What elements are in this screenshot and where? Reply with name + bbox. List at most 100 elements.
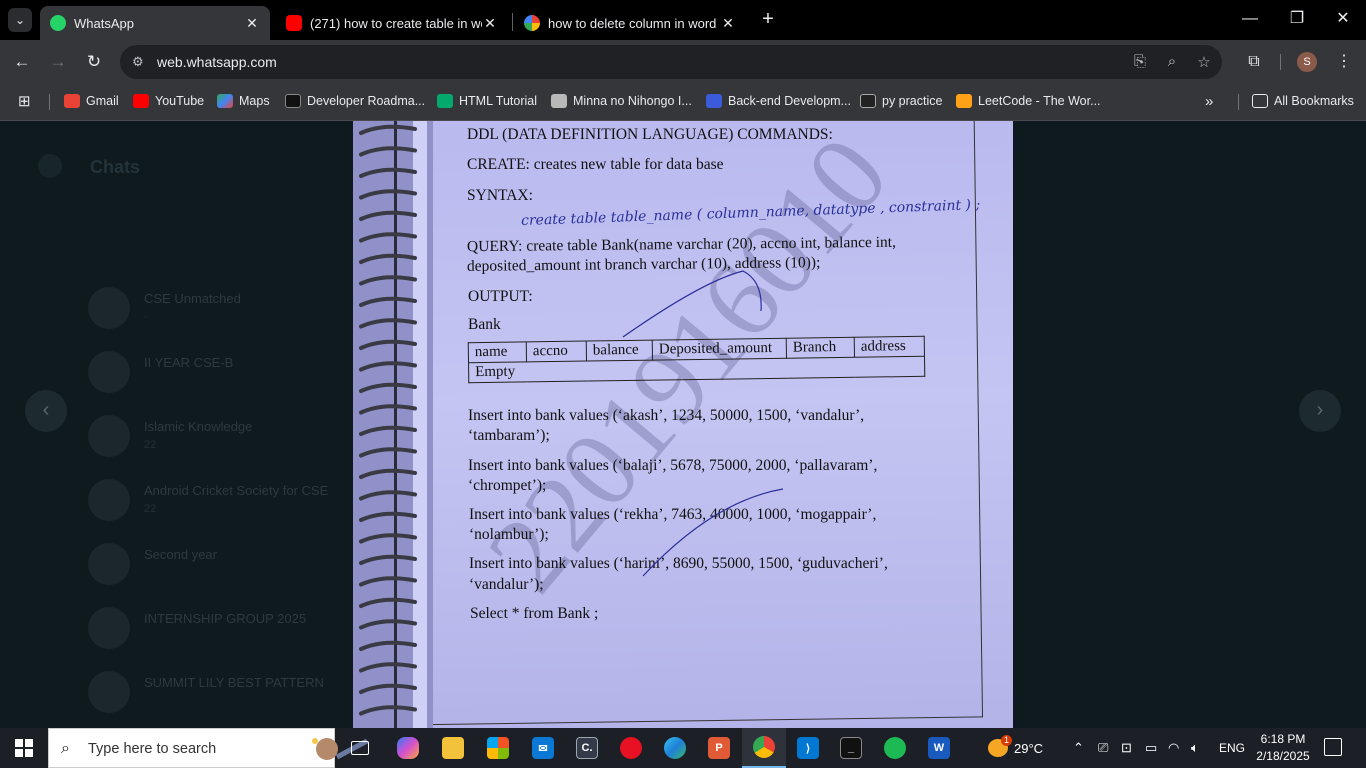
language-indicator[interactable]: ENG: [1219, 728, 1245, 768]
reload-button[interactable]: ↻: [82, 50, 106, 74]
zoom-icon[interactable]: ⌕: [1162, 53, 1182, 71]
restore-button[interactable]: ❐: [1285, 8, 1309, 32]
tab-google[interactable]: how to delete column in word - ✕: [514, 6, 746, 40]
terminal-button[interactable]: _: [829, 728, 873, 768]
site-info-icon[interactable]: ⚙: [132, 54, 150, 70]
toolbar-divider: [1280, 54, 1281, 70]
avatar: [88, 671, 130, 713]
bookmark-developer-roadmap[interactable]: Developer Roadma...: [285, 92, 425, 110]
bookmark-label: Minna no Nihongo I...: [573, 94, 692, 108]
edge-button[interactable]: [653, 728, 697, 768]
bookmark-maps[interactable]: Maps: [217, 92, 270, 110]
chat-item[interactable]: II YEAR CSE-B: [88, 351, 353, 399]
bookmark-youtube[interactable]: YouTube: [133, 92, 204, 110]
bookmarks-overflow-button[interactable]: »: [1205, 92, 1213, 110]
address-bar[interactable]: ⚙ web.whatsapp.com ⎘ ⌕ ☆: [120, 45, 1222, 79]
chat-name: SUMMIT LILY BEST PATTERN: [144, 675, 324, 690]
store-icon: [487, 737, 509, 759]
install-app-icon[interactable]: ⎘: [1130, 53, 1150, 71]
close-window-button[interactable]: ✕: [1331, 8, 1355, 32]
new-tab-button[interactable]: +: [757, 8, 779, 32]
weather-badge: 1: [1001, 735, 1012, 746]
bookmark-back-end-development[interactable]: Back-end Developm...: [706, 92, 851, 110]
clock[interactable]: 6:18 PM 2/18/2025: [1252, 731, 1314, 765]
calculator-button[interactable]: C.: [565, 728, 609, 768]
tab-youtube[interactable]: (271) how to create table in wo ✕: [276, 6, 508, 40]
table-header-cell: name: [468, 341, 527, 363]
arrow-right-icon: →: [49, 52, 67, 71]
spotify-button[interactable]: [873, 728, 917, 768]
menu-button[interactable]: ⋮: [1332, 50, 1356, 74]
vscode-button[interactable]: ⟩: [786, 728, 830, 768]
taskbar-search-box[interactable]: ⌕ Type here to search: [48, 728, 369, 768]
network-button[interactable]: ◠: [1168, 728, 1179, 768]
edge-icon: [664, 737, 686, 759]
tab-whatsapp[interactable]: WhatsApp ✕: [40, 6, 270, 40]
url-text[interactable]: web.whatsapp.com: [157, 54, 277, 70]
bookmark-star-icon[interactable]: ☆: [1194, 53, 1214, 71]
bookmark-leetcode[interactable]: LeetCode - The Wor...: [956, 92, 1101, 110]
copilot-button[interactable]: [386, 728, 430, 768]
speaker-icon: 🔈︎: [1191, 740, 1199, 755]
chat-item[interactable]: CSE Unmatched ᐧ: [88, 287, 353, 335]
media-app-button[interactable]: [609, 728, 653, 768]
chats-header: Chats: [90, 157, 141, 177]
meet-now-button[interactable]: ⎚: [1098, 728, 1108, 768]
weather-widget[interactable]: 1 29°C: [988, 728, 1043, 768]
task-view-button[interactable]: [338, 728, 382, 768]
next-media-button[interactable]: ›: [1299, 390, 1341, 432]
bookmark-label: Gmail: [86, 94, 119, 108]
chat-item[interactable]: SUMMIT LILY BEST PATTERN: [88, 671, 353, 719]
bank-table: name accno balance Deposited_amount Bran…: [468, 336, 926, 383]
close-icon[interactable]: ✕: [244, 15, 260, 32]
display-button[interactable]: ⊡: [1121, 728, 1132, 768]
close-icon[interactable]: ✕: [482, 15, 498, 32]
bookmark-gmail[interactable]: Gmail: [64, 92, 119, 110]
wifi-icon: ◠: [1168, 740, 1180, 755]
chat-item[interactable]: Second year: [88, 543, 353, 591]
start-button[interactable]: [0, 728, 48, 768]
weather-icon: 1: [988, 735, 1012, 757]
chat-name: Islamic Knowledge: [144, 419, 253, 434]
bookmark-label: Maps: [239, 94, 270, 108]
vscode-icon: ⟩: [797, 737, 819, 759]
word-button[interactable]: W: [917, 728, 961, 768]
file-explorer-button[interactable]: [431, 728, 475, 768]
bookmark-py-practice[interactable]: py practice: [860, 92, 942, 110]
back-button[interactable]: ←: [10, 50, 34, 74]
extensions-button[interactable]: ⧉: [1242, 50, 1266, 74]
bookmark-label: YouTube: [155, 94, 205, 108]
apps-button[interactable]: ⊞: [18, 92, 31, 110]
forward-button[interactable]: →: [46, 50, 70, 74]
microsoft-store-button[interactable]: [476, 728, 520, 768]
doc-query-line-2: deposited_amount int branch varchar (10)…: [466, 254, 821, 275]
powerpoint-button[interactable]: P: [697, 728, 741, 768]
plus-icon: +: [762, 8, 774, 30]
chat-item[interactable]: Islamic Knowledge 22: [88, 415, 353, 463]
puzzle-icon: ⧉: [1248, 53, 1260, 70]
show-hidden-icons-button[interactable]: ⌃: [1073, 728, 1084, 768]
chrome-button[interactable]: [742, 728, 786, 768]
battery-button[interactable]: ▭: [1145, 728, 1157, 768]
doc-insert-4b: ‘vandalur’);: [469, 576, 544, 593]
profile-avatar[interactable]: S: [1297, 52, 1317, 72]
close-icon[interactable]: ✕: [720, 15, 736, 32]
previous-media-button[interactable]: ‹: [25, 390, 67, 432]
chat-name: INTERNSHIP GROUP 2025: [144, 611, 307, 626]
minimize-button[interactable]: —: [1238, 8, 1262, 32]
volume-button[interactable]: 🔈︎: [1191, 728, 1199, 768]
chat-item[interactable]: Android Cricket Society for CSE 22: [88, 479, 353, 527]
avatar: [88, 415, 130, 457]
bookmark-html-tutorial[interactable]: HTML Tutorial: [437, 92, 537, 110]
bookmark-minna-no-nihongo[interactable]: Minna no Nihongo I...: [551, 92, 692, 110]
chat-item[interactable]: INTERNSHIP GROUP 2025: [88, 607, 353, 655]
notifications-button[interactable]: [1324, 738, 1342, 756]
kebab-menu-icon: ⋮: [1336, 53, 1352, 70]
google-icon: [524, 15, 540, 31]
all-bookmarks-button[interactable]: All Bookmarks: [1252, 92, 1354, 110]
mail-button[interactable]: ✉: [521, 728, 565, 768]
w3schools-icon: [437, 94, 453, 108]
chevron-double-right-icon: »: [1205, 92, 1214, 110]
tab-search-button[interactable]: ⌄: [8, 8, 32, 32]
chevron-down-icon: ⌄: [14, 13, 26, 27]
